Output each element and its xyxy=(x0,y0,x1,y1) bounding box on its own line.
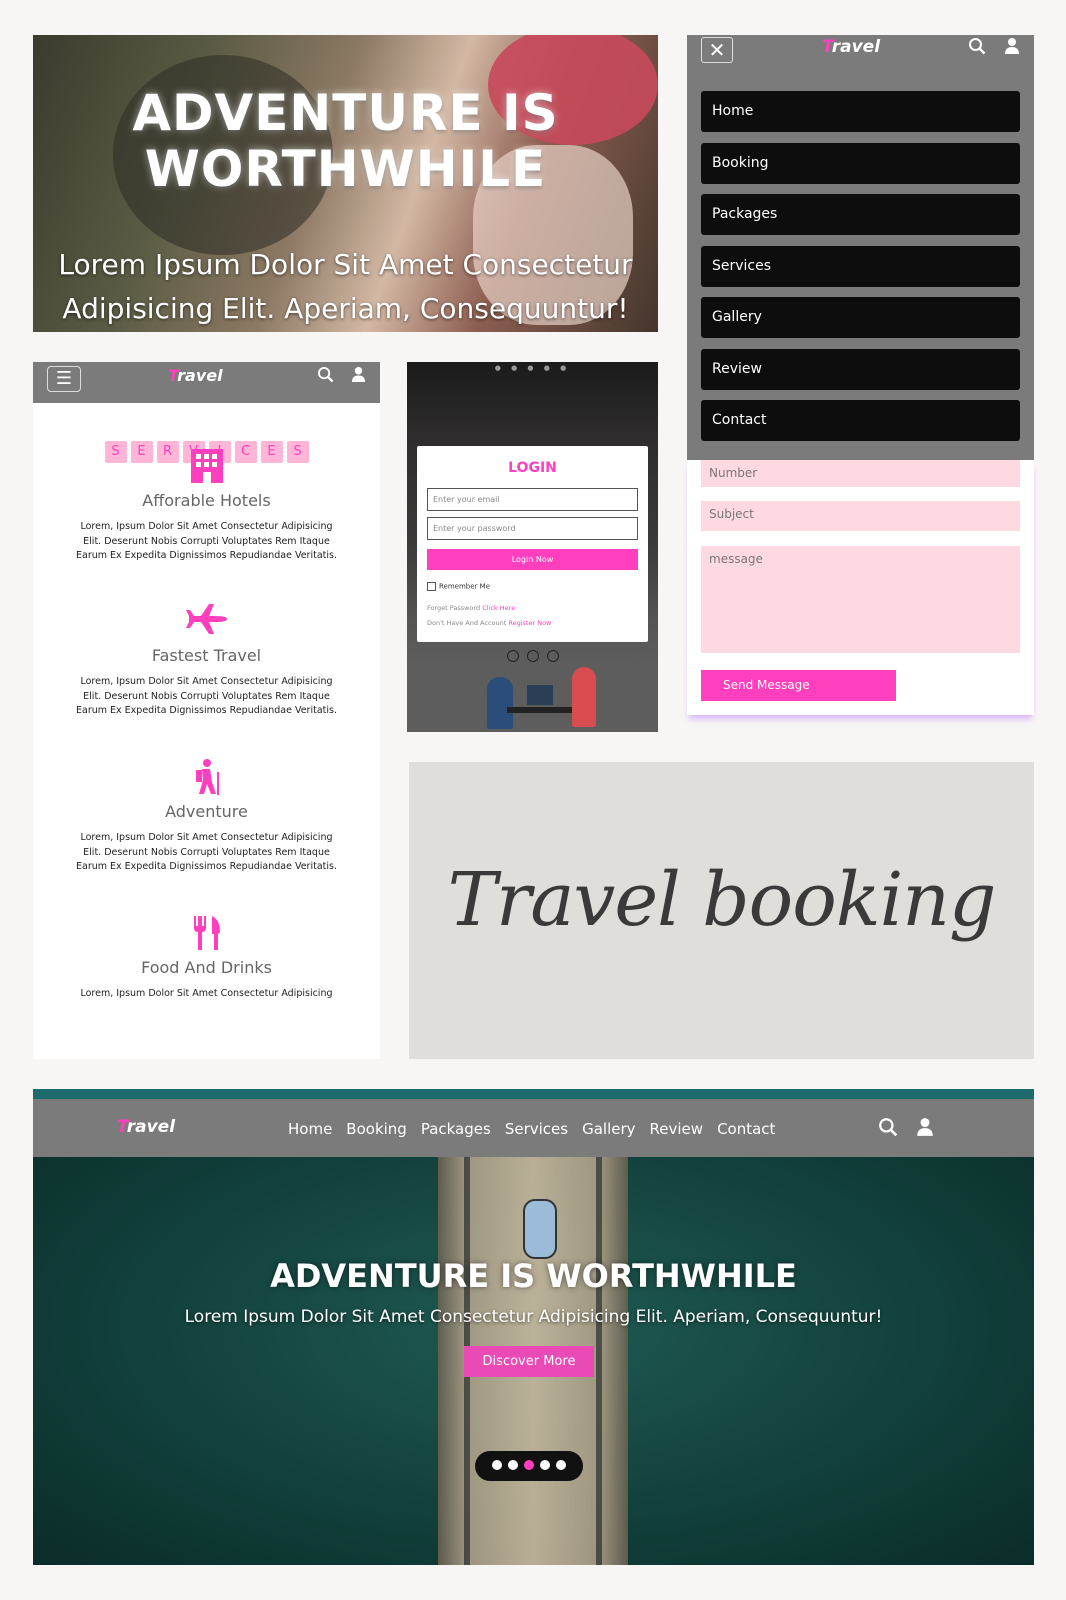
menu-item[interactable]: Contact xyxy=(701,400,1020,441)
user-icon[interactable] xyxy=(1004,37,1020,60)
message-field[interactable]: message xyxy=(701,546,1020,653)
indicator[interactable] xyxy=(526,650,539,662)
service-item: Food And Drinks Lorem, Ipsum Dolor Sit Am… xyxy=(33,914,380,1002)
forgot-password-text: Forget Password Click Here xyxy=(427,604,516,612)
browser-strip xyxy=(33,1089,1034,1099)
logo[interactable]: Travel xyxy=(168,366,223,385)
search-icon[interactable] xyxy=(317,366,334,388)
logo[interactable]: Travel xyxy=(117,1117,175,1137)
carousel-indicators xyxy=(407,647,658,666)
nav-link[interactable]: Contact xyxy=(717,1120,775,1138)
service-description: Lorem, Ipsum Dolor Sit Amet Consectetur … xyxy=(80,988,333,999)
search-icon[interactable] xyxy=(878,1117,898,1142)
indicator[interactable] xyxy=(546,650,559,662)
pager-dot[interactable] xyxy=(492,1460,502,1470)
plane-icon xyxy=(33,602,380,642)
nav-link[interactable]: Gallery xyxy=(582,1120,635,1138)
mobile-header: ✕ Travel xyxy=(687,35,1034,75)
service-title: Fastest Travel xyxy=(151,646,262,665)
person-figure xyxy=(487,677,513,729)
hiker-icon xyxy=(33,758,380,798)
service-item: Adventure Lorem, Ipsum Dolor Sit Amet Con… xyxy=(33,758,380,875)
register-text: Don't Have And Account Register Now xyxy=(427,619,552,627)
login-button[interactable]: Login Now xyxy=(427,549,638,570)
nav-link[interactable]: Review xyxy=(650,1120,704,1138)
forgot-password-link[interactable]: Click Here xyxy=(482,604,515,612)
computer-figure xyxy=(527,685,553,705)
person-figure xyxy=(572,667,596,727)
hamburger-menu-icon[interactable]: ☰ xyxy=(47,366,81,392)
desk-figure xyxy=(507,707,577,713)
menu-item[interactable]: Services xyxy=(701,245,1020,287)
nav-link[interactable]: Booking xyxy=(346,1120,407,1138)
number-field[interactable]: Number xyxy=(701,460,1020,487)
pager-dot[interactable] xyxy=(556,1460,566,1470)
indicator[interactable] xyxy=(506,650,519,662)
hero-title: ADVENTURE IS WORTHWHILE xyxy=(132,84,559,198)
menu-item[interactable]: Packages xyxy=(701,194,1020,235)
slider-pagination xyxy=(475,1451,583,1481)
nav-link[interactable]: Packages xyxy=(421,1120,491,1138)
pager-dot[interactable] xyxy=(508,1460,518,1470)
discover-more-button[interactable]: Discover More xyxy=(464,1346,594,1377)
contact-form: Number Subject message Send Message xyxy=(687,460,1034,715)
menu-item[interactable]: Booking xyxy=(701,142,1020,184)
nav-link[interactable]: Home xyxy=(288,1120,332,1138)
hero-banner-mobile: ADVENTURE IS WORTHWHILE Lorem Ipsum Dolo… xyxy=(33,35,658,332)
desktop-hero-title: ADVENTURE IS WORTHWHILE xyxy=(270,1257,797,1295)
pager-dot[interactable] xyxy=(524,1460,534,1470)
email-field[interactable]: Enter your email xyxy=(427,488,638,511)
service-description: Lorem, Ipsum Dolor Sit Amet Consectetur … xyxy=(76,676,337,716)
script-title: Travel booking xyxy=(447,857,997,943)
services-mobile-view: ☰ Travel SERVICES Afforable HotelsLorem,… xyxy=(33,362,380,1059)
register-link[interactable]: Register Now xyxy=(508,619,551,627)
service-title: Adventure xyxy=(165,802,248,821)
office-illustration xyxy=(407,667,658,732)
mobile-nav-menu: ✕ Travel Home Booking Packages Services Gall… xyxy=(687,35,1034,460)
subject-field[interactable]: Subject xyxy=(701,501,1020,531)
login-mobile-view: ● ● ● ● ● LOGIN Enter your email Enter y… xyxy=(407,362,658,732)
script-title-card: Travel booking xyxy=(409,762,1034,1059)
desktop-hero-subtitle: Lorem Ipsum Dolor Sit Amet Consectetur A… xyxy=(184,1307,883,1327)
login-box: LOGIN Enter your email Enter your passwo… xyxy=(417,446,648,642)
desktop-navbar: Travel Home Booking Packages Services Galler… xyxy=(33,1099,1034,1157)
building-icon xyxy=(33,447,380,487)
desktop-view: Travel Home Booking Packages Services Galler… xyxy=(33,1089,1034,1565)
service-description: Lorem, Ipsum Dolor Sit Amet Consectetur … xyxy=(76,832,337,872)
send-message-button[interactable]: Send Message xyxy=(701,670,896,701)
pager-dot[interactable] xyxy=(540,1460,550,1470)
menu-item[interactable]: Home xyxy=(701,91,1020,132)
user-icon[interactable] xyxy=(351,366,366,388)
nav-link[interactable]: Services xyxy=(505,1120,568,1138)
nav-links: Home Booking Packages Services Gallery Review… xyxy=(288,1120,789,1138)
service-title: Afforable Hotels xyxy=(142,491,271,510)
car-image xyxy=(523,1199,557,1259)
menu-item[interactable]: Gallery xyxy=(701,297,1020,338)
service-item: Afforable Hotels Lorem, Ipsum Dolor Sit A… xyxy=(33,447,380,564)
close-icon[interactable]: ✕ xyxy=(701,37,733,63)
search-icon[interactable] xyxy=(968,37,986,60)
service-title: Food And Drinks xyxy=(141,958,272,977)
logo[interactable]: Travel xyxy=(822,37,880,57)
mobile-header: ☰ Travel xyxy=(33,362,380,403)
user-icon[interactable] xyxy=(916,1117,934,1142)
service-item: Fastest Travel Lorem, Ipsum Dolor Sit Ame… xyxy=(33,602,380,719)
remember-checkbox[interactable] xyxy=(427,582,436,591)
password-field[interactable]: Enter your password xyxy=(427,517,638,540)
menu-item[interactable]: Review xyxy=(701,348,1020,390)
slider-dots: ● ● ● ● ● xyxy=(494,364,571,372)
utensils-icon xyxy=(33,914,380,954)
remember-me[interactable]: Remember Me xyxy=(427,582,490,591)
service-description: Lorem, Ipsum Dolor Sit Amet Consectetur … xyxy=(76,521,337,561)
login-title: LOGIN xyxy=(508,460,557,476)
hero-subtitle: Lorem Ipsum Dolor Sit Amet Consectetur A… xyxy=(58,248,633,325)
